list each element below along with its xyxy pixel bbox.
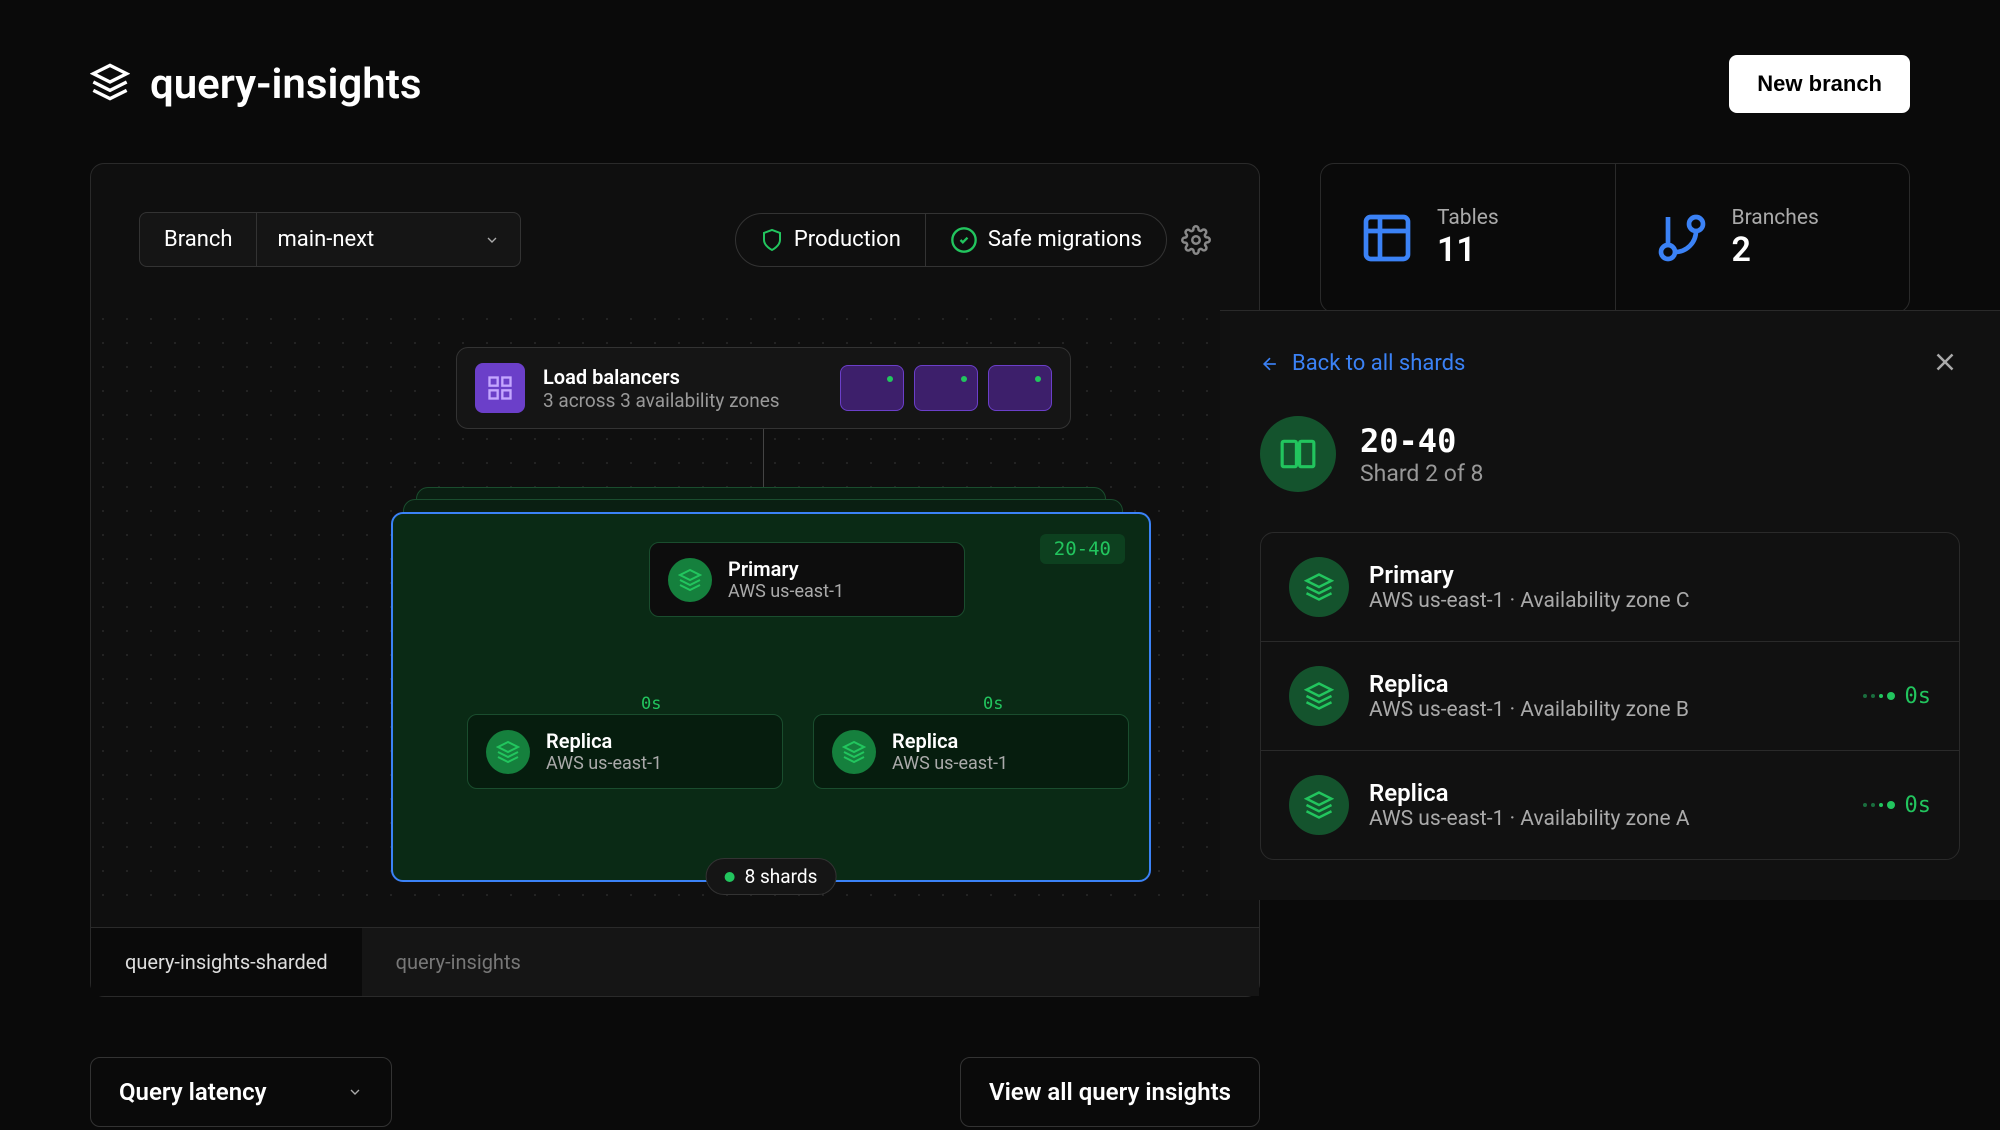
replica-node[interactable]: Replica AWS us-east-1 bbox=[467, 714, 783, 789]
new-branch-button[interactable]: New branch bbox=[1729, 55, 1910, 113]
query-latency-button[interactable]: Query latency bbox=[90, 1057, 392, 1127]
lb-node bbox=[914, 365, 978, 411]
replica-node[interactable]: Replica AWS us-east-1 bbox=[813, 714, 1129, 789]
latency-indicator: 0s bbox=[1863, 793, 1932, 818]
tab-bar: query-insights-sharded query-insights bbox=[91, 927, 1259, 996]
node-title: Primary bbox=[728, 557, 844, 581]
shard-icon bbox=[1260, 416, 1336, 492]
lb-node bbox=[840, 365, 904, 411]
diagram-panel: Branch main-next Production Safe migrati… bbox=[90, 163, 1260, 997]
stat-value: 11 bbox=[1437, 230, 1499, 270]
chevron-down-icon bbox=[347, 1084, 363, 1100]
lb-node bbox=[988, 365, 1052, 411]
database-icon bbox=[1289, 557, 1349, 617]
branch-icon bbox=[1654, 210, 1710, 266]
load-balancer-icon bbox=[475, 363, 525, 413]
shard-subtitle: Shard 2 of 8 bbox=[1360, 460, 1483, 487]
node-title: Replica bbox=[1369, 670, 1689, 698]
shield-icon bbox=[760, 228, 784, 252]
tab-sharded[interactable]: query-insights-sharded bbox=[91, 928, 362, 996]
database-icon bbox=[1289, 775, 1349, 835]
node-list: Primary AWS us-east-1 · Availability zon… bbox=[1260, 532, 1960, 860]
stat-tables[interactable]: Tables 11 bbox=[1321, 164, 1616, 312]
chevron-down-icon bbox=[484, 232, 500, 248]
load-balancer-box[interactable]: Load balancers 3 across 3 availability z… bbox=[456, 347, 1071, 429]
header: query-insights New branch bbox=[90, 55, 1910, 113]
stat-value: 2 bbox=[1732, 230, 1819, 270]
page-title: query-insights bbox=[150, 60, 421, 109]
node-sub: AWS us-east-1 · Availability zone B bbox=[1369, 698, 1689, 722]
close-icon[interactable] bbox=[1930, 347, 1960, 377]
shard-card[interactable]: 20-40 Primary AWS us-east-1 0s 0s bbox=[391, 512, 1151, 882]
primary-node[interactable]: Primary AWS us-east-1 bbox=[649, 542, 965, 617]
arrow-left-icon bbox=[1260, 354, 1280, 374]
database-icon bbox=[832, 730, 876, 774]
shard-count-pill[interactable]: 8 shards bbox=[706, 858, 837, 895]
shard-name: 20-40 bbox=[1360, 422, 1483, 460]
node-sub: AWS us-east-1 · Availability zone C bbox=[1369, 589, 1690, 613]
database-icon bbox=[1289, 666, 1349, 726]
branch-value: main-next bbox=[277, 227, 374, 252]
lb-subtitle: 3 across 3 availability zones bbox=[543, 389, 822, 412]
lb-title: Load balancers bbox=[543, 365, 822, 389]
node-region: AWS us-east-1 bbox=[728, 581, 844, 602]
node-title: Replica bbox=[546, 729, 662, 753]
view-all-insights-link[interactable]: View all query insights bbox=[960, 1057, 1260, 1127]
node-row-replica[interactable]: Replica AWS us-east-1 · Availability zon… bbox=[1261, 751, 1959, 859]
stat-label: Tables bbox=[1437, 206, 1499, 230]
node-region: AWS us-east-1 bbox=[892, 753, 1008, 774]
node-title: Replica bbox=[1369, 779, 1690, 807]
status-dot bbox=[725, 872, 735, 882]
database-icon bbox=[486, 730, 530, 774]
branch-label: Branch bbox=[139, 212, 256, 267]
node-region: AWS us-east-1 bbox=[546, 753, 662, 774]
node-row-primary[interactable]: Primary AWS us-east-1 · Availability zon… bbox=[1261, 533, 1959, 642]
latency-indicator: 0s bbox=[1863, 684, 1932, 709]
stats-row: Tables 11 Branches 2 bbox=[1320, 163, 1910, 313]
production-pill[interactable]: Production bbox=[736, 214, 926, 266]
shard-detail-panel: Back to all shards 20-40 Shard 2 of 8 Pr… bbox=[1220, 310, 2000, 900]
stat-branches[interactable]: Branches 2 bbox=[1616, 164, 1910, 312]
node-title: Replica bbox=[892, 729, 1008, 753]
back-link[interactable]: Back to all shards bbox=[1260, 351, 1960, 376]
layers-icon bbox=[90, 62, 130, 106]
latency-label: 0s bbox=[983, 694, 1003, 714]
database-icon bbox=[668, 558, 712, 602]
branch-select[interactable]: main-next bbox=[256, 212, 521, 267]
table-icon bbox=[1359, 210, 1415, 266]
check-circle-icon bbox=[950, 226, 978, 254]
tab-default[interactable]: query-insights bbox=[362, 928, 1259, 996]
node-title: Primary bbox=[1369, 561, 1690, 589]
stat-label: Branches bbox=[1732, 206, 1819, 230]
shard-range-tag: 20-40 bbox=[1040, 534, 1125, 564]
safe-migrations-pill[interactable]: Safe migrations bbox=[926, 214, 1166, 266]
gear-icon[interactable] bbox=[1181, 225, 1211, 255]
latency-label: 0s bbox=[641, 694, 661, 714]
node-row-replica[interactable]: Replica AWS us-east-1 · Availability zon… bbox=[1261, 642, 1959, 751]
node-sub: AWS us-east-1 · Availability zone A bbox=[1369, 807, 1690, 831]
